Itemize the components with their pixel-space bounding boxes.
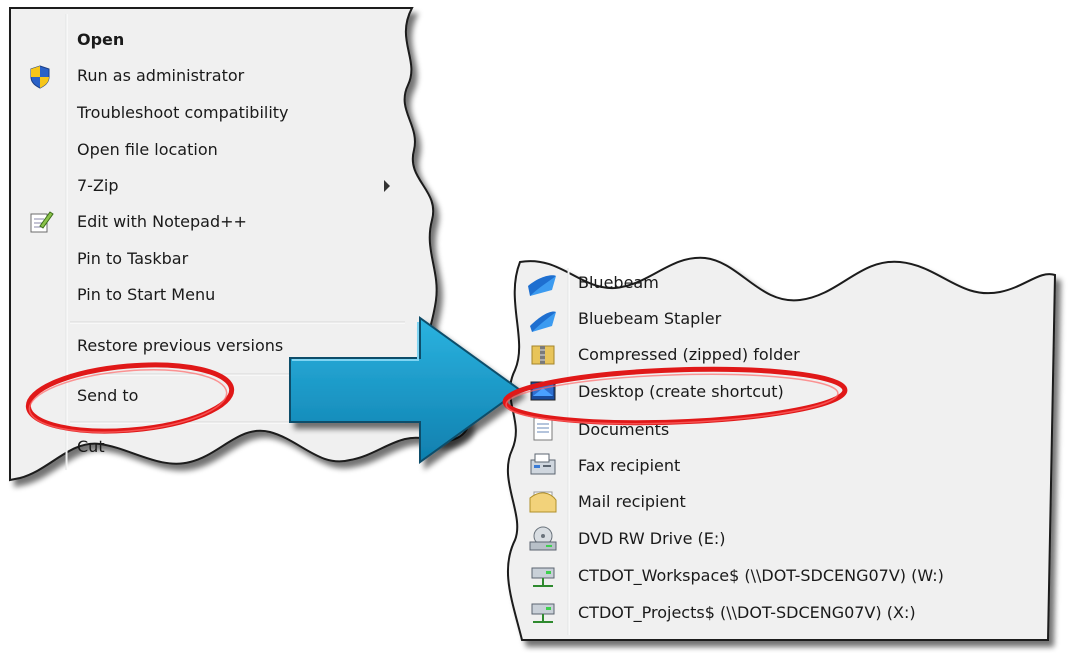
send-to-item-desktop-shortcut[interactable]: Desktop (create shortcut) xyxy=(578,381,784,403)
documents-icon xyxy=(533,417,553,441)
zip-folder-icon xyxy=(531,345,555,365)
menu-item-open-file-location[interactable]: Open file location xyxy=(77,139,218,161)
send-to-item-ctdot-projects[interactable]: CTDOT_Projects$ (\\DOT-SDCENG07V) (X:) xyxy=(578,602,916,624)
menu-item-troubleshoot-compatibility[interactable]: Troubleshoot compatibility xyxy=(77,102,289,124)
send-to-item-mail-recipient[interactable]: Mail recipient xyxy=(578,491,686,513)
menu-item-7zip[interactable]: 7-Zip xyxy=(77,175,119,197)
send-to-item-fax-recipient[interactable]: Fax recipient xyxy=(578,455,680,477)
menu-item-edit-with-notepadpp[interactable]: Edit with Notepad++ xyxy=(77,211,247,233)
menu-item-restore-previous-versions[interactable]: Restore previous versions xyxy=(77,335,283,357)
send-to-item-bluebeam-stapler[interactable]: Bluebeam Stapler xyxy=(578,308,721,330)
mail-icon xyxy=(529,491,557,513)
send-to-item-documents[interactable]: Documents xyxy=(578,419,669,441)
menu-item-cut[interactable]: Cut xyxy=(77,436,105,458)
composite-screenshot: Open Run as administrator Troubleshoot c… xyxy=(0,0,1071,653)
menu-item-open[interactable]: Open xyxy=(77,29,124,51)
torn-menu-shapes xyxy=(9,7,1057,641)
send-to-item-ctdot-workspace[interactable]: CTDOT_Workspace$ (\\DOT-SDCENG07V) (W:) xyxy=(578,565,944,587)
menu-item-send-to[interactable]: Send to xyxy=(77,385,138,407)
send-to-item-compressed-folder[interactable]: Compressed (zipped) folder xyxy=(578,344,800,366)
menu-item-run-as-administrator[interactable]: Run as administrator xyxy=(77,65,244,87)
send-to-item-bluebeam[interactable]: Bluebeam xyxy=(578,272,659,294)
send-to-item-dvd-drive[interactable]: DVD RW Drive (E:) xyxy=(578,528,726,550)
menu-item-pin-to-taskbar[interactable]: Pin to Taskbar xyxy=(77,248,188,270)
desktop-icon xyxy=(530,381,556,401)
menu-item-pin-to-start-menu[interactable]: Pin to Start Menu xyxy=(77,284,215,306)
